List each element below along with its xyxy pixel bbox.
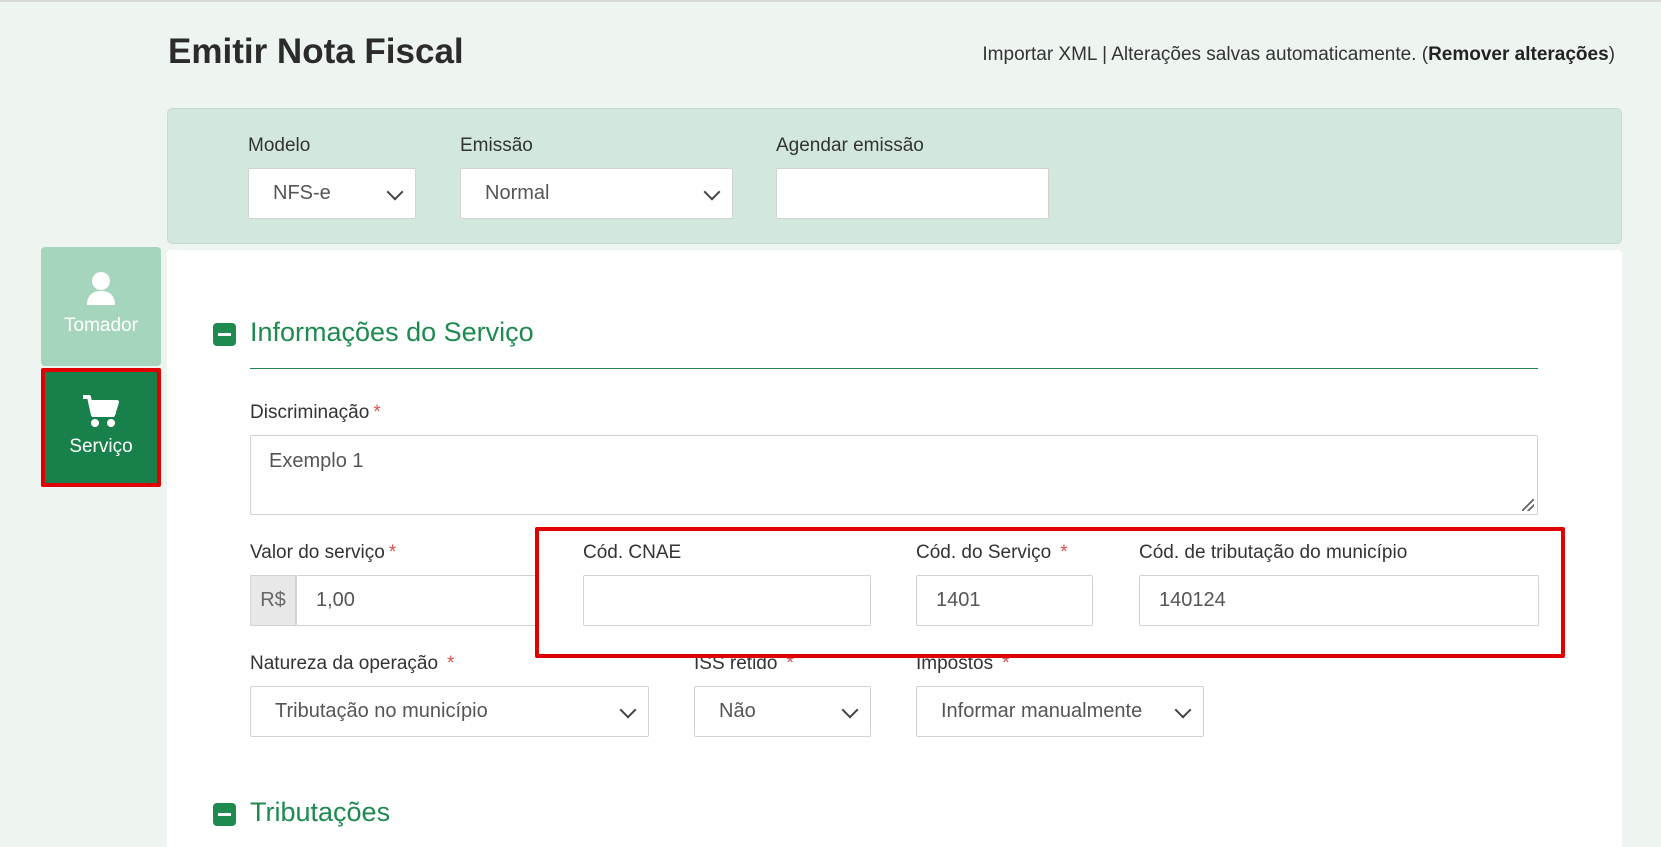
remove-changes-link[interactable]: Remover alterações bbox=[1428, 44, 1609, 65]
resize-handle-icon[interactable] bbox=[1522, 499, 1534, 511]
page-title: Emitir Nota Fiscal bbox=[168, 32, 464, 71]
emission-header-panel: Modelo NFS-e Emissão Normal Agendar emis… bbox=[167, 108, 1622, 244]
collapse-icon[interactable] bbox=[213, 323, 236, 346]
impostos-field: Impostos * Informar manualmente bbox=[916, 653, 1204, 737]
tributacoes-section-title: Tributações bbox=[250, 797, 391, 827]
emissao-select[interactable]: Normal bbox=[460, 168, 733, 219]
modelo-field: Modelo NFS-e bbox=[248, 135, 416, 219]
chevron-down-icon bbox=[386, 183, 404, 201]
close-paren: ) bbox=[1608, 44, 1615, 65]
discriminacao-field: Discriminação * Exemplo 1 bbox=[250, 402, 1538, 515]
chevron-down-icon bbox=[841, 701, 859, 719]
discriminacao-textarea[interactable]: Exemplo 1 bbox=[250, 435, 1538, 515]
discriminacao-label: Discriminação * bbox=[250, 402, 381, 423]
chevron-down-icon bbox=[1174, 701, 1192, 719]
natureza-field: Natureza da operação * Tributação no muni… bbox=[250, 653, 649, 737]
servico-section-title: Informações do Serviço bbox=[250, 317, 534, 347]
highlight-box bbox=[535, 527, 1565, 658]
autosave-status: Alterações salvas automaticamente. ( bbox=[1111, 44, 1429, 65]
top-links: Importar XML | Alterações salvas automat… bbox=[982, 44, 1615, 66]
import-xml-link[interactable]: Importar XML bbox=[982, 44, 1096, 65]
impostos-selected-value: Informar manualmente bbox=[941, 700, 1143, 722]
iss-retido-select[interactable]: Não bbox=[694, 686, 871, 737]
agendar-field: Agendar emissão bbox=[776, 135, 1049, 219]
natureza-selected-value: Tributação no município bbox=[275, 700, 488, 722]
sidebar-tab-servico-label: Serviço bbox=[69, 436, 133, 457]
currency-addon: R$ bbox=[250, 575, 296, 626]
agendar-input[interactable] bbox=[776, 168, 1049, 219]
user-icon bbox=[87, 272, 115, 305]
section-divider bbox=[250, 368, 1538, 369]
agendar-label: Agendar emissão bbox=[776, 135, 924, 156]
modelo-selected-value: NFS-e bbox=[273, 182, 331, 204]
discriminacao-value: Exemplo 1 bbox=[269, 450, 364, 472]
shopping-cart-icon bbox=[83, 395, 119, 427]
chevron-down-icon bbox=[619, 701, 637, 719]
iss-retido-field: ISS retido * Não bbox=[694, 653, 871, 737]
collapse-icon[interactable] bbox=[213, 803, 236, 826]
valor-servico-field: Valor do serviço * R$ 1,00 bbox=[250, 542, 540, 626]
emissao-label: Emissão bbox=[460, 135, 533, 156]
valor-servico-input[interactable]: 1,00 bbox=[296, 575, 540, 626]
sidebar-tab-servico[interactable]: Serviço bbox=[41, 368, 161, 487]
sidebar-tab-tomador[interactable]: Tomador bbox=[41, 247, 161, 366]
modelo-label: Modelo bbox=[248, 135, 311, 156]
sidebar-tab-tomador-label: Tomador bbox=[64, 315, 138, 336]
valor-servico-label: Valor do serviço * bbox=[250, 542, 397, 563]
chevron-down-icon bbox=[703, 183, 721, 201]
modelo-select[interactable]: NFS-e bbox=[248, 168, 416, 219]
impostos-select[interactable]: Informar manualmente bbox=[916, 686, 1204, 737]
iss-retido-selected-value: Não bbox=[719, 700, 756, 722]
separator: | bbox=[1102, 44, 1108, 65]
natureza-select[interactable]: Tributação no município bbox=[250, 686, 649, 737]
emissao-field: Emissão Normal bbox=[460, 135, 733, 219]
emissao-selected-value: Normal bbox=[485, 182, 550, 204]
